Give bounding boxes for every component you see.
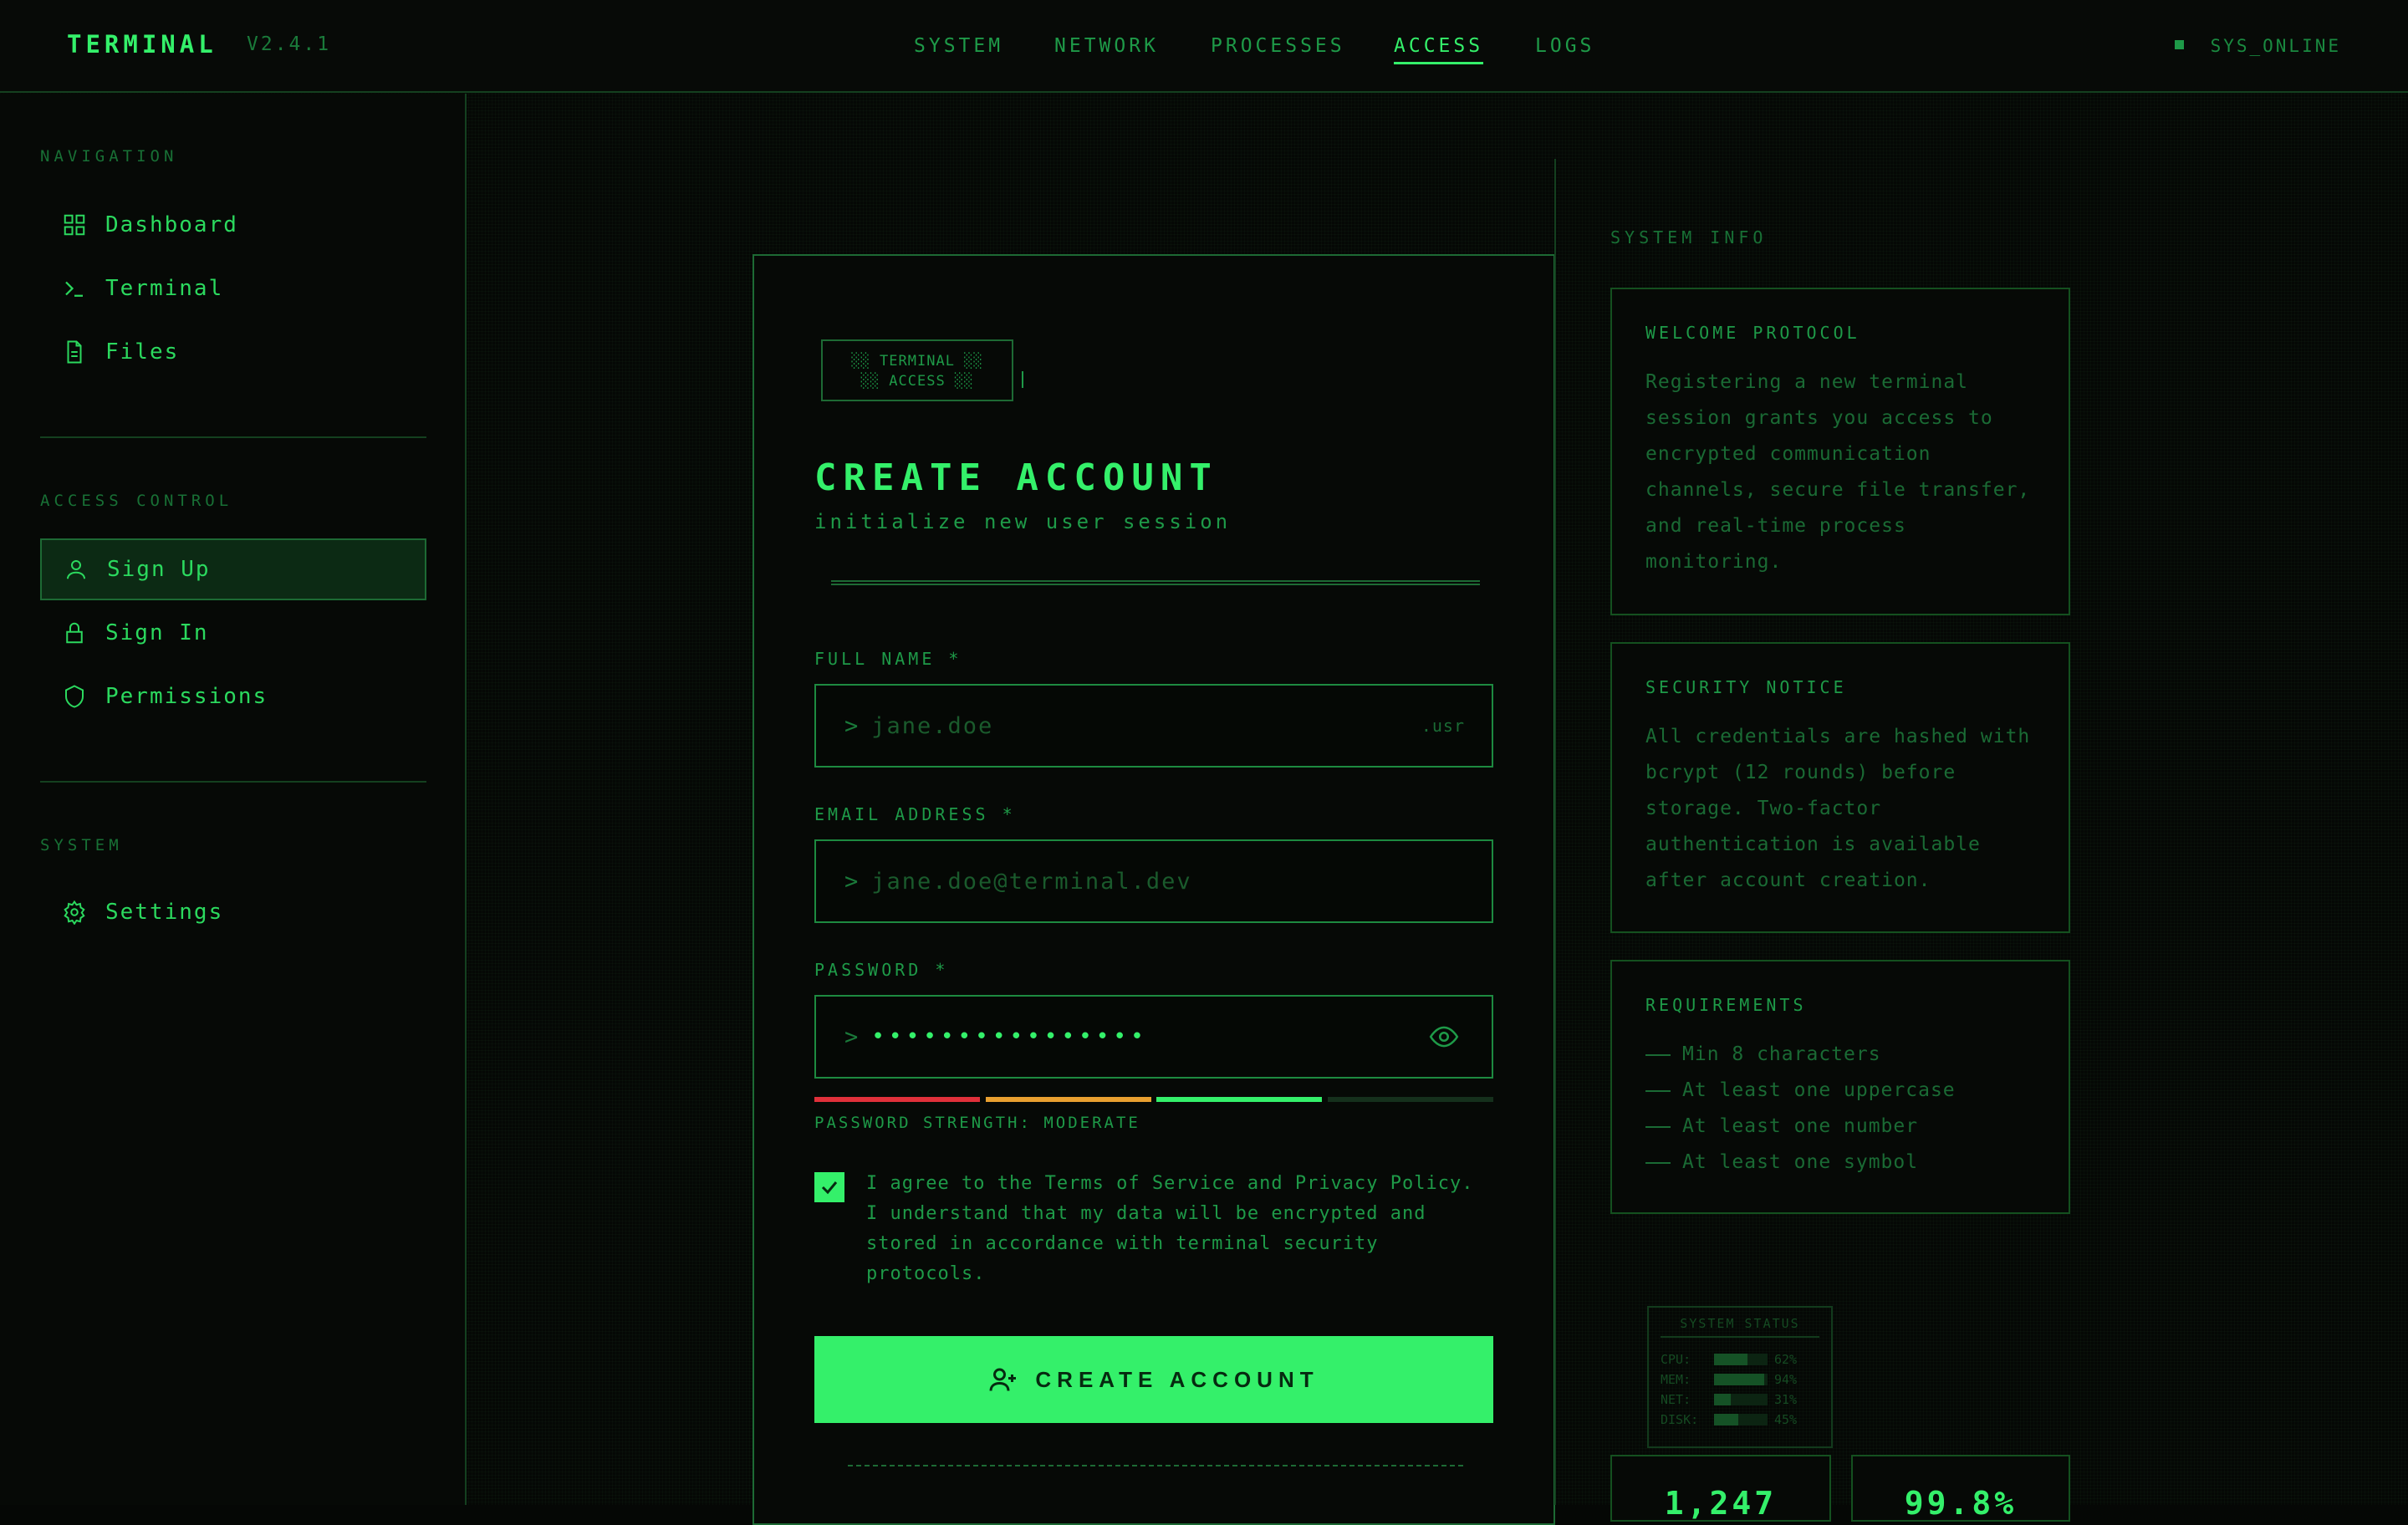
password-input[interactable]: •••••••••••••••• xyxy=(871,1024,1428,1049)
strength-segment xyxy=(1328,1097,1493,1102)
card-text: Registering a new terminal session grant… xyxy=(1645,371,2031,573)
section-title-access-control: ACCESS CONTROL xyxy=(40,492,233,510)
gear-icon xyxy=(64,900,85,925)
full-name-field[interactable]: > .usr xyxy=(814,684,1493,768)
check-icon xyxy=(821,1181,838,1195)
status-bar-fill xyxy=(1714,1354,1747,1365)
shield-icon xyxy=(65,685,84,708)
terms-checkbox[interactable] xyxy=(814,1172,844,1202)
prompt-icon: > xyxy=(844,868,859,895)
full-name-label: FULL NAME * xyxy=(814,649,962,669)
sidebar: NAVIGATION Dashboard Terminal Files ACCE… xyxy=(0,94,467,1505)
prompt-icon: > xyxy=(844,712,859,739)
eye-icon[interactable] xyxy=(1428,1021,1460,1053)
system-status-label: SYS_ONLINE xyxy=(2210,36,2341,56)
status-bar-fill xyxy=(1714,1394,1731,1405)
nav-system[interactable]: SYSTEM xyxy=(914,35,1003,57)
strength-segment xyxy=(814,1097,980,1102)
sidebar-item-terminal[interactable]: Terminal xyxy=(40,258,426,319)
panel-divider xyxy=(1554,159,1556,1505)
card-text: All credentials are hashed with bcrypt (… xyxy=(1645,726,2031,891)
password-strength-meter xyxy=(814,1097,1493,1102)
email-input[interactable] xyxy=(871,868,1492,895)
terminal-icon xyxy=(65,281,83,297)
status-row: CPU: 62% xyxy=(1661,1352,1798,1367)
requirement-item: At least one symbol xyxy=(1645,1145,2035,1181)
system-info-heading: SYSTEM INFO xyxy=(1610,227,1768,247)
card-title: REQUIREMENTS xyxy=(1645,995,1807,1015)
requirement-item: Min 8 characters xyxy=(1645,1037,2035,1073)
status-row: NET: 31% xyxy=(1661,1392,1798,1407)
top-bar: TERMINAL V2.4.1 SYSTEM NETWORK PROCESSES… xyxy=(0,0,2408,93)
card-title: WELCOME PROTOCOL xyxy=(1645,323,1860,343)
status-row: MEM: 94% xyxy=(1661,1372,1798,1387)
nav-logs[interactable]: LOGS xyxy=(1535,35,1594,57)
sidebar-item-label: Dashboard xyxy=(105,212,238,237)
full-name-input[interactable] xyxy=(871,712,1421,739)
sidebar-item-sign-in[interactable]: Sign In xyxy=(40,602,426,664)
sidebar-item-files[interactable]: Files xyxy=(40,321,426,383)
nav-processes[interactable]: PROCESSES xyxy=(1211,35,1345,57)
status-bar-fill xyxy=(1714,1414,1738,1426)
strength-segment xyxy=(986,1097,1151,1102)
password-field[interactable]: > •••••••••••••••• xyxy=(814,995,1493,1079)
page-title: CREATE ACCOUNT xyxy=(814,456,1218,499)
requirement-item: At least one number xyxy=(1645,1109,2035,1145)
full-name-suffix: .usr xyxy=(1421,716,1465,736)
status-indicator-icon xyxy=(2175,40,2184,49)
signup-card: ░░ TERMINAL ░░ ░░ ACCESS ░░ CREATE ACCOU… xyxy=(752,254,1555,1525)
sidebar-item-label: Settings xyxy=(105,900,224,925)
sidebar-divider xyxy=(40,436,426,438)
divider xyxy=(831,580,1480,585)
top-nav: SYSTEM NETWORK PROCESSES ACCESS LOGS xyxy=(0,35,2408,69)
sidebar-item-label: Sign In xyxy=(105,620,209,645)
card-title: SECURITY NOTICE xyxy=(1645,677,1847,697)
nav-access[interactable]: ACCESS xyxy=(1394,35,1484,64)
strength-segment xyxy=(1156,1097,1322,1102)
file-icon xyxy=(67,340,82,364)
prompt-icon: > xyxy=(844,1023,859,1050)
sidebar-item-label: Permissions xyxy=(105,684,268,709)
lock-icon xyxy=(66,622,83,644)
sidebar-item-sign-up[interactable]: Sign Up xyxy=(40,538,426,600)
user-icon xyxy=(67,560,85,579)
requirements-card: REQUIREMENTS Min 8 characters At least o… xyxy=(1610,960,2070,1214)
sidebar-item-label: Files xyxy=(105,339,180,365)
system-status-widget: SYSTEM STATUS CPU: 62% MEM: 94% NET: 31%… xyxy=(1647,1306,1833,1448)
email-label: EMAIL ADDRESS * xyxy=(814,804,1016,824)
stat-card-uptime: 99.8% xyxy=(1851,1455,2070,1522)
terms-label: I agree to the Terms of Service and Priv… xyxy=(866,1173,1474,1284)
nav-network[interactable]: NETWORK xyxy=(1054,35,1159,57)
password-strength-label: PASSWORD STRENGTH: MODERATE xyxy=(814,1114,1140,1132)
section-title-navigation: NAVIGATION xyxy=(40,147,178,166)
stat-card-sessions: 1,247 xyxy=(1610,1455,1831,1522)
footer-divider xyxy=(848,1465,1463,1466)
status-row: DISK: 45% xyxy=(1661,1412,1798,1427)
user-plus-icon xyxy=(989,1368,1017,1391)
sidebar-item-label: Terminal xyxy=(105,276,224,301)
create-account-button[interactable]: CREATE ACCOUNT xyxy=(814,1336,1493,1423)
sidebar-divider xyxy=(40,781,426,783)
sidebar-item-permissions[interactable]: Permissions xyxy=(40,666,426,727)
password-label: PASSWORD * xyxy=(814,960,949,980)
email-field[interactable]: > xyxy=(814,839,1493,923)
terminal-access-logo: ░░ TERMINAL ░░ ░░ ACCESS ░░ xyxy=(821,339,1023,401)
status-bar-fill xyxy=(1714,1374,1765,1385)
system-status-title: SYSTEM STATUS xyxy=(1661,1316,1819,1338)
sidebar-item-dashboard[interactable]: Dashboard xyxy=(40,194,426,256)
grid-icon xyxy=(64,214,85,236)
create-account-label: CREATE ACCOUNT xyxy=(1035,1366,1319,1392)
welcome-protocol-card: WELCOME PROTOCOL Registering a new termi… xyxy=(1610,288,2070,615)
requirement-item: At least one uppercase xyxy=(1645,1073,2035,1109)
page-subtitle: initialize new user session xyxy=(814,510,1232,533)
security-notice-card: SECURITY NOTICE All credentials are hash… xyxy=(1610,642,2070,933)
section-title-system: SYSTEM xyxy=(40,836,123,854)
sidebar-item-label: Sign Up xyxy=(107,557,211,582)
sidebar-item-settings[interactable]: Settings xyxy=(40,881,426,943)
